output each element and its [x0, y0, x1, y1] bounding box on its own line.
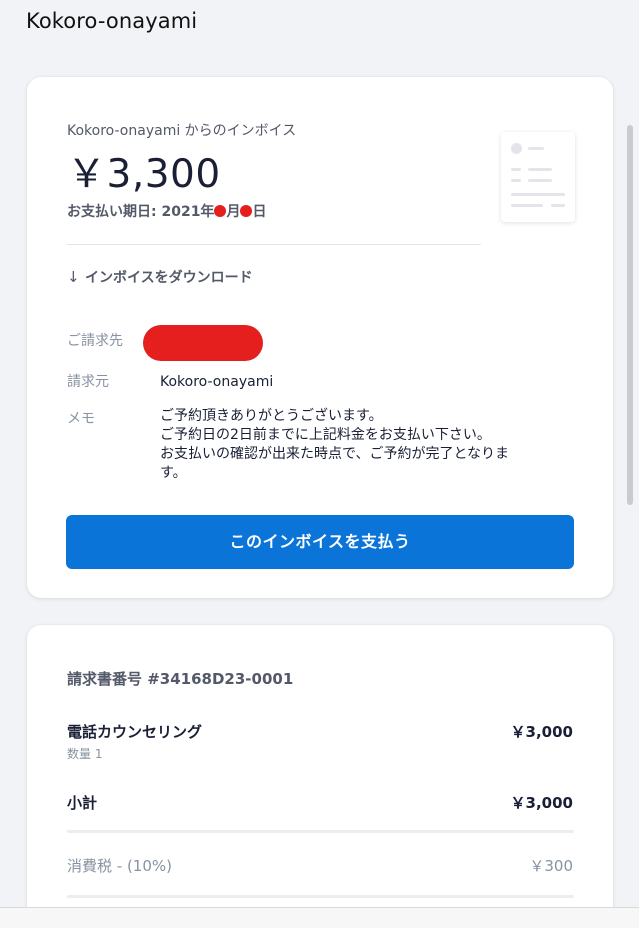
due-date-prefix: お支払い期日: 2021年	[67, 204, 215, 220]
redaction-dot	[240, 205, 253, 217]
download-arrow-icon: ↓	[67, 268, 80, 286]
tax-label: 消費税 - (10%)	[67, 857, 172, 875]
bill-to-label: ご請求先	[67, 333, 123, 349]
top-bar: Kokoro-onayami	[0, 0, 639, 50]
bottom-bar	[0, 907, 639, 928]
divider	[67, 830, 574, 833]
line-item-amount: ￥3,000	[510, 723, 573, 741]
tax-amount: ￥300	[529, 857, 573, 875]
pay-invoice-button[interactable]: このインボイスを支払う	[66, 515, 574, 569]
memo-line: お支払いの確認が出来た時点で、ご予約が完了となりま す。	[160, 446, 510, 481]
redacted-bill-to	[143, 325, 263, 361]
invoice-summary-card: 請求書番号 #34168D23-0001 電話カウンセリング 数量 1 ￥3,0…	[27, 625, 613, 928]
due-date-day-suffix: 日	[252, 204, 267, 220]
line-item-quantity: 数量 1	[67, 747, 103, 761]
bill-from-value: Kokoro-onayami	[160, 374, 274, 390]
memo-label: メモ	[67, 411, 95, 427]
redaction-dot	[214, 205, 227, 217]
due-date-month-suffix: 月	[226, 204, 241, 220]
memo-line: ご予約日の2日前までに上記料金をお支払い下さい。	[160, 427, 491, 443]
bill-from-label: 請求元	[67, 374, 109, 390]
scrollbar[interactable]	[627, 125, 633, 505]
divider	[67, 895, 574, 898]
invoice-number: 請求書番号 #34168D23-0001	[67, 670, 294, 688]
invoice-document-icon	[501, 132, 575, 222]
download-invoice-link[interactable]: ↓ インボイスをダウンロード	[67, 267, 253, 287]
line-item-name: 電話カウンセリング	[67, 723, 203, 741]
due-date: お支払い期日: 2021年月日	[67, 201, 266, 221]
subtotal-label: 小計	[67, 794, 98, 812]
invoice-from-line: Kokoro-onayami からのインボイス	[67, 123, 297, 139]
invoice-card: Kokoro-onayami からのインボイス ￥3,300 お支払い期日: 2…	[27, 77, 613, 598]
divider	[67, 244, 481, 245]
memo-text: ご予約頂きありがとうございます。 ご予約日の2日前までに上記料金をお支払い下さい…	[160, 407, 580, 483]
brand-title: Kokoro-onayami	[26, 9, 198, 33]
invoice-amount: ￥3,300	[67, 152, 221, 197]
memo-line: ご予約頂きありがとうございます。	[160, 408, 383, 424]
subtotal-amount: ￥3,000	[510, 794, 573, 812]
download-invoice-label: インボイスをダウンロード	[85, 270, 253, 286]
